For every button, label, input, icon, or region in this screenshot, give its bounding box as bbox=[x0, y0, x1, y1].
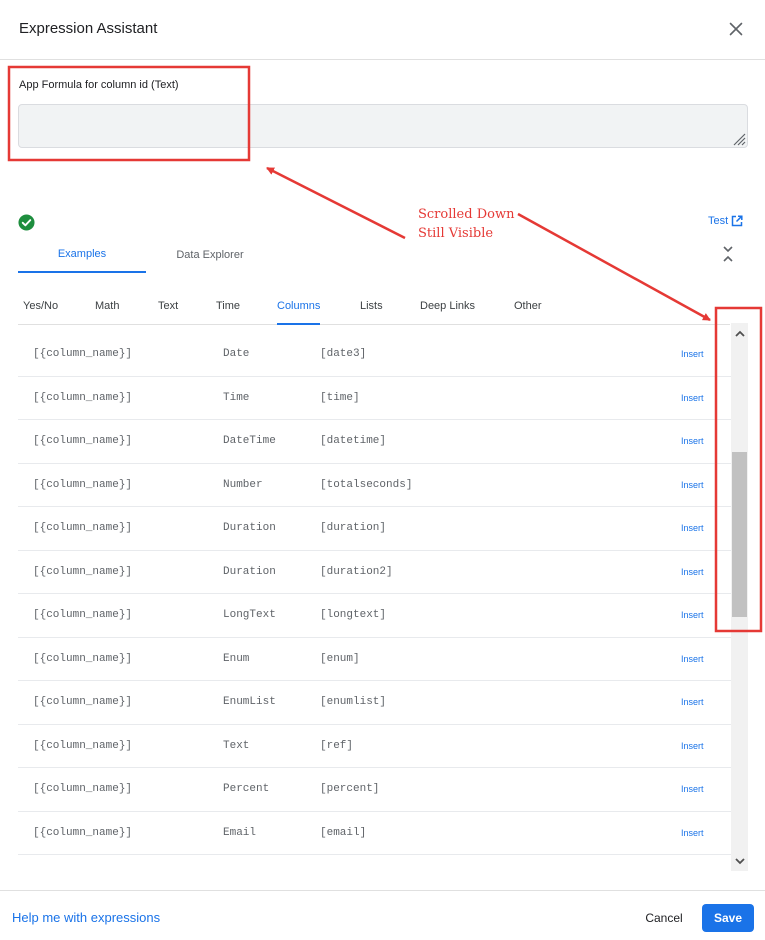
close-button[interactable] bbox=[724, 17, 748, 41]
row-type: DateTime bbox=[223, 435, 276, 447]
tab-data-explorer[interactable]: Data Explorer bbox=[146, 236, 274, 273]
insert-button[interactable]: Insert bbox=[681, 741, 704, 751]
insert-button[interactable]: Insert bbox=[681, 480, 704, 490]
row-type: Enum bbox=[223, 652, 250, 665]
tab-examples[interactable]: Examples bbox=[18, 236, 146, 273]
row-expression: [time] bbox=[320, 391, 360, 404]
tab-time[interactable]: Time bbox=[216, 290, 240, 325]
chevron-up-icon bbox=[734, 330, 745, 337]
row-expression: [date3] bbox=[320, 348, 367, 360]
row-type: EnumList bbox=[223, 696, 276, 708]
row-syntax: [{column_name}] bbox=[33, 826, 133, 839]
open-in-new-icon bbox=[731, 215, 743, 227]
row-expression: [duration] bbox=[320, 522, 387, 534]
row-syntax: [{column_name}] bbox=[33, 783, 133, 795]
row-syntax: [{column_name}] bbox=[33, 565, 133, 578]
tab-other[interactable]: Other bbox=[514, 290, 542, 325]
scrollbar[interactable] bbox=[731, 323, 748, 871]
main-tabs: Examples Data Explorer bbox=[18, 236, 718, 273]
scroll-up-button[interactable] bbox=[731, 323, 748, 343]
table-row: [{column_name}] Duration [duration] Inse… bbox=[18, 507, 731, 551]
cancel-button[interactable]: Cancel bbox=[636, 904, 692, 932]
table-row: [{column_name}] Email [email] Insert bbox=[18, 812, 731, 855]
row-expression: [enum] bbox=[320, 652, 360, 665]
table-row: [{column_name}] Number [totalseconds] In… bbox=[18, 464, 731, 507]
table-row: [{column_name}] EnumList [enumlist] Inse… bbox=[18, 681, 731, 725]
row-expression: [totalseconds] bbox=[320, 478, 413, 491]
row-type: Time bbox=[223, 391, 250, 404]
row-type: LongText bbox=[223, 609, 276, 621]
tab-math[interactable]: Math bbox=[95, 290, 119, 325]
insert-button[interactable]: Insert bbox=[681, 654, 704, 664]
table-row: [{column_name}] Duration [duration2] Ins… bbox=[18, 551, 731, 594]
row-type: Duration bbox=[223, 522, 276, 534]
table-row: [{column_name}] Percent [percent] Insert bbox=[18, 768, 731, 812]
table-row: [{column_name}] Text [ref] Insert bbox=[18, 725, 731, 768]
dialog-header: Expression Assistant bbox=[0, 0, 765, 60]
insert-button[interactable]: Insert bbox=[681, 828, 704, 838]
tab-deep-links[interactable]: Deep Links bbox=[420, 290, 475, 325]
row-syntax: [{column_name}] bbox=[33, 391, 133, 404]
row-type: Percent bbox=[223, 783, 270, 795]
row-type: Date bbox=[223, 348, 250, 360]
row-syntax: [{column_name}] bbox=[33, 739, 133, 752]
examples-table: [{column_name}] Date [date3] Insert [{co… bbox=[18, 333, 731, 856]
table-row: [{column_name}] LongText [longtext] Inse… bbox=[18, 594, 731, 638]
insert-button[interactable]: Insert bbox=[681, 567, 704, 577]
row-syntax: [{column_name}] bbox=[33, 478, 133, 491]
table-row: [{column_name}] Enum [enum] Insert bbox=[18, 638, 731, 681]
test-link[interactable]: Test bbox=[708, 215, 743, 227]
annotation-arrow-formula bbox=[266, 166, 406, 240]
row-syntax: [{column_name}] bbox=[33, 348, 133, 360]
insert-button[interactable]: Insert bbox=[681, 349, 704, 359]
tab-lists[interactable]: Lists bbox=[360, 290, 383, 325]
tab-text[interactable]: Text bbox=[158, 290, 178, 325]
row-type: Number bbox=[223, 478, 263, 491]
check-circle-icon bbox=[18, 214, 35, 231]
row-expression: [ref] bbox=[320, 739, 354, 752]
help-link[interactable]: Help me with expressions bbox=[12, 910, 160, 925]
insert-button[interactable]: Insert bbox=[681, 784, 704, 794]
table-row: [{column_name}] Time [time] Insert bbox=[18, 377, 731, 420]
annotation-line-1: Scrolled Down bbox=[418, 207, 515, 222]
row-type: Email bbox=[223, 826, 257, 839]
table-row: [{column_name}] DateTime [datetime] Inse… bbox=[18, 420, 731, 464]
row-expression: [enumlist] bbox=[320, 696, 387, 708]
save-button[interactable]: Save bbox=[702, 904, 754, 932]
insert-button[interactable]: Insert bbox=[681, 697, 704, 707]
test-label: Test bbox=[708, 215, 729, 227]
row-type: Duration bbox=[223, 565, 276, 578]
formula-input[interactable] bbox=[18, 104, 748, 148]
dialog-title: Expression Assistant bbox=[19, 20, 158, 37]
row-syntax: [{column_name}] bbox=[33, 609, 133, 621]
row-expression: [datetime] bbox=[320, 435, 387, 447]
scrollbar-thumb[interactable] bbox=[732, 452, 747, 617]
tab-yes-no[interactable]: Yes/No bbox=[23, 290, 58, 325]
dialog-footer: Help me with expressions Cancel Save bbox=[0, 890, 765, 940]
chevron-down-icon bbox=[734, 857, 745, 864]
collapse-icon[interactable] bbox=[720, 245, 736, 263]
row-type: Text bbox=[223, 739, 250, 752]
category-tabs: Yes/No Math Text Time Columns Lists Deep… bbox=[18, 290, 730, 325]
formula-label: App Formula for column id (Text) bbox=[19, 79, 179, 91]
row-expression: [duration2] bbox=[320, 565, 393, 578]
insert-button[interactable]: Insert bbox=[681, 523, 704, 533]
close-icon bbox=[729, 22, 743, 36]
row-syntax: [{column_name}] bbox=[33, 696, 133, 708]
row-expression: [longtext] bbox=[320, 609, 387, 621]
insert-button[interactable]: Insert bbox=[681, 393, 704, 403]
row-syntax: [{column_name}] bbox=[33, 522, 133, 534]
tab-columns[interactable]: Columns bbox=[277, 290, 321, 325]
insert-button[interactable]: Insert bbox=[681, 436, 704, 446]
row-expression: [email] bbox=[320, 826, 367, 839]
row-syntax: [{column_name}] bbox=[33, 435, 133, 447]
row-expression: [percent] bbox=[320, 783, 380, 795]
row-syntax: [{column_name}] bbox=[33, 652, 133, 665]
scroll-down-button[interactable] bbox=[731, 851, 748, 871]
table-row: [{column_name}] Date [date3] Insert bbox=[18, 333, 731, 377]
insert-button[interactable]: Insert bbox=[681, 610, 704, 620]
